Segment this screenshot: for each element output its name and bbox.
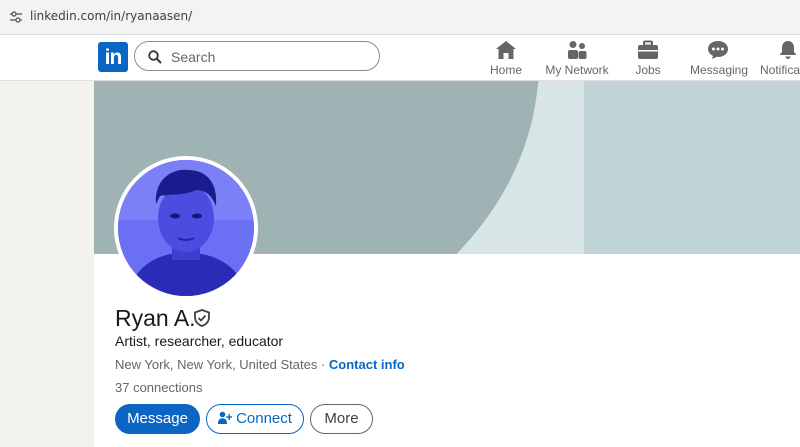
profile-photo[interactable] <box>114 156 258 300</box>
home-icon <box>496 41 516 59</box>
nav-my-network-label: My Network <box>545 63 609 77</box>
location-row: New York, New York, United States · Cont… <box>115 357 405 372</box>
search-box[interactable] <box>134 41 380 71</box>
nav-messaging-label: Messaging <box>690 63 749 77</box>
nav-notifications-label: Notifications <box>760 63 800 77</box>
profile-photo-portrait <box>118 160 254 296</box>
linkedin-logo[interactable]: in <box>98 42 128 72</box>
nav-home-label: Home <box>489 63 522 77</box>
location-separator: · <box>317 357 329 372</box>
profile-headline: Artist, researcher, educator <box>115 333 284 349</box>
verified-badge-icon[interactable] <box>193 309 211 327</box>
connections-count[interactable]: 37 connections <box>115 380 202 395</box>
name-row: Ryan A. <box>115 305 210 332</box>
global-nav: in Home My Network Jobs <box>0 35 800 81</box>
nav-home[interactable]: Home <box>488 40 524 78</box>
briefcase-icon <box>638 40 658 59</box>
address-url[interactable]: linkedin.com/in/ryanaasen/ <box>30 9 192 23</box>
site-settings-icon[interactable] <box>9 10 23 24</box>
nav-jobs[interactable]: Jobs <box>632 40 664 78</box>
connect-button[interactable]: Connect <box>206 404 304 434</box>
nav-messaging[interactable]: Messaging <box>690 40 749 78</box>
contact-info-link[interactable]: Contact info <box>329 357 405 372</box>
more-button[interactable]: More <box>310 404 373 434</box>
add-connection-icon <box>218 411 233 424</box>
profile-location: New York, New York, United States <box>115 357 318 372</box>
nav-my-network[interactable]: My Network <box>544 40 610 78</box>
search-input[interactable] <box>169 47 373 67</box>
messaging-icon <box>708 41 728 59</box>
profile-card: Ryan A. Artist, researcher, educator New… <box>94 81 800 447</box>
connect-button-label: Connect <box>236 410 292 427</box>
nav-notifications[interactable]: Notifications <box>756 40 800 78</box>
search-icon <box>148 50 162 64</box>
my-network-icon <box>568 41 587 59</box>
bell-icon <box>779 41 797 59</box>
browser-address-bar[interactable]: linkedin.com/in/ryanaasen/ <box>0 0 800 35</box>
profile-name: Ryan A. <box>115 305 196 331</box>
message-button[interactable]: Message <box>115 404 200 434</box>
nav-jobs-label: Jobs <box>635 63 661 77</box>
